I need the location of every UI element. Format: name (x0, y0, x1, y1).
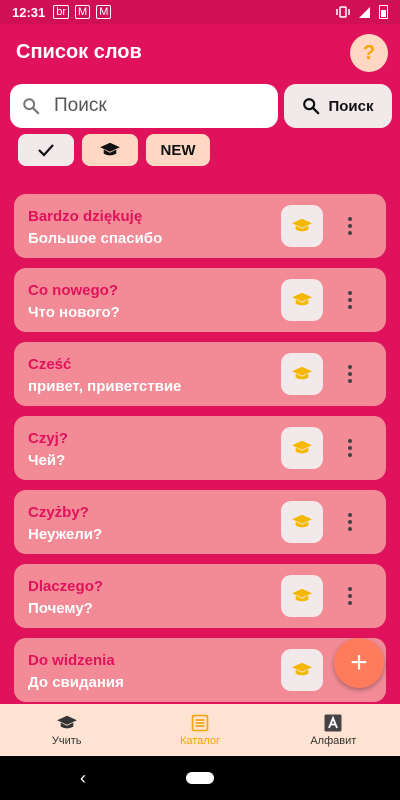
search-icon (23, 98, 40, 115)
learn-button[interactable] (281, 205, 323, 247)
nav-learn-label: Учить (51, 734, 82, 747)
filter-new-chip[interactable]: NEW (146, 134, 210, 166)
word-polish: Do widzenia (28, 652, 115, 669)
filter-learning-chip[interactable] (82, 134, 138, 166)
more-options-icon[interactable] (340, 512, 360, 532)
learn-button[interactable] (281, 427, 323, 469)
search-input[interactable] (54, 95, 254, 117)
gmail-icon: M (75, 5, 91, 19)
graduation-cap-icon (292, 440, 312, 454)
system-navigation-bar: ‹ (0, 756, 400, 800)
word-translation: Почему? (28, 600, 93, 617)
add-word-button[interactable]: + (334, 638, 384, 688)
word-polish: Co nowego? (28, 282, 118, 299)
word-translation: Чей? (28, 452, 66, 469)
word-polish: Czyżby? (28, 504, 89, 521)
status-bar: 12:31 br M M (0, 0, 400, 24)
learn-button[interactable] (281, 501, 323, 543)
learn-button[interactable] (281, 353, 323, 395)
filter-learned-chip[interactable] (18, 134, 74, 166)
check-icon (38, 144, 54, 157)
page-title: Список слов (16, 40, 142, 63)
search-icon (303, 98, 320, 115)
word-list: Bardzo dziękuję Большое спасибо Co noweg… (14, 194, 386, 712)
learn-button[interactable] (281, 575, 323, 617)
nav-catalog[interactable]: Каталог (133, 704, 266, 756)
more-options-icon[interactable] (340, 438, 360, 458)
status-time: 12:31 (12, 4, 46, 20)
nav-alphabet[interactable]: Алфавит (267, 704, 400, 756)
word-translation: Неужели? (28, 526, 103, 543)
word-polish: Bardzo dziękuję (28, 208, 143, 225)
search-field[interactable] (10, 84, 278, 128)
more-options-icon[interactable] (340, 290, 360, 310)
graduation-cap-icon (56, 715, 77, 728)
graduation-cap-icon (292, 218, 312, 232)
bottom-navigation: Учить Каталог Алфавит (0, 704, 400, 756)
word-translation: Что нового? (28, 304, 120, 321)
word-polish: Dlaczego? (28, 578, 104, 595)
more-options-icon[interactable] (340, 364, 360, 384)
status-right (336, 5, 388, 19)
vibrate-icon (336, 6, 350, 18)
alphabet-icon (324, 714, 342, 731)
word-card[interactable]: Do widzenia До свидания (14, 638, 386, 702)
help-button[interactable]: ? (350, 34, 388, 72)
notification-br-icon: br (53, 5, 70, 19)
graduation-cap-icon (292, 514, 312, 528)
back-icon[interactable]: ‹ (80, 768, 86, 789)
word-card[interactable]: Czyżby? Неужели? (14, 490, 386, 554)
word-translation: До свидания (28, 674, 124, 691)
graduation-cap-icon (100, 142, 120, 156)
nav-alphabet-label: Алфавит (310, 734, 357, 747)
word-card[interactable]: Bardzo dziękuję Большое спасибо (14, 194, 386, 258)
graduation-cap-icon (292, 662, 312, 676)
app-bar: Список слов ? (0, 24, 400, 80)
graduation-cap-icon (292, 588, 312, 602)
learn-button[interactable] (281, 649, 323, 691)
list-icon (191, 714, 209, 731)
nav-catalog-label: Каталог (179, 734, 220, 747)
signal-icon (359, 6, 370, 18)
gmail-icon-2: M (96, 5, 112, 19)
search-button[interactable]: Поиск (284, 84, 392, 128)
word-polish: Cześć (28, 356, 72, 373)
nav-learn[interactable]: Учить (0, 704, 133, 756)
learn-button[interactable] (281, 279, 323, 321)
word-polish: Czyj? (28, 430, 69, 447)
filter-chips: NEW (18, 134, 210, 166)
battery-icon (379, 5, 388, 19)
word-translation: привет, приветствие (28, 378, 182, 395)
word-translation: Большое спасибо (28, 230, 163, 247)
search-row: Поиск (10, 84, 392, 128)
word-card[interactable]: Dlaczego? Почему? (14, 564, 386, 628)
more-options-icon[interactable] (340, 216, 360, 236)
home-pill[interactable] (186, 772, 214, 784)
word-card[interactable]: Cześć привет, приветствие (14, 342, 386, 406)
search-button-label: Поиск (328, 97, 374, 115)
graduation-cap-icon (292, 292, 312, 306)
graduation-cap-icon (292, 366, 312, 380)
more-options-icon[interactable] (340, 586, 360, 606)
notification-icons: br M M (53, 5, 112, 19)
word-card[interactable]: Co nowego? Что нового? (14, 268, 386, 332)
word-card[interactable]: Czyj? Чей? (14, 416, 386, 480)
